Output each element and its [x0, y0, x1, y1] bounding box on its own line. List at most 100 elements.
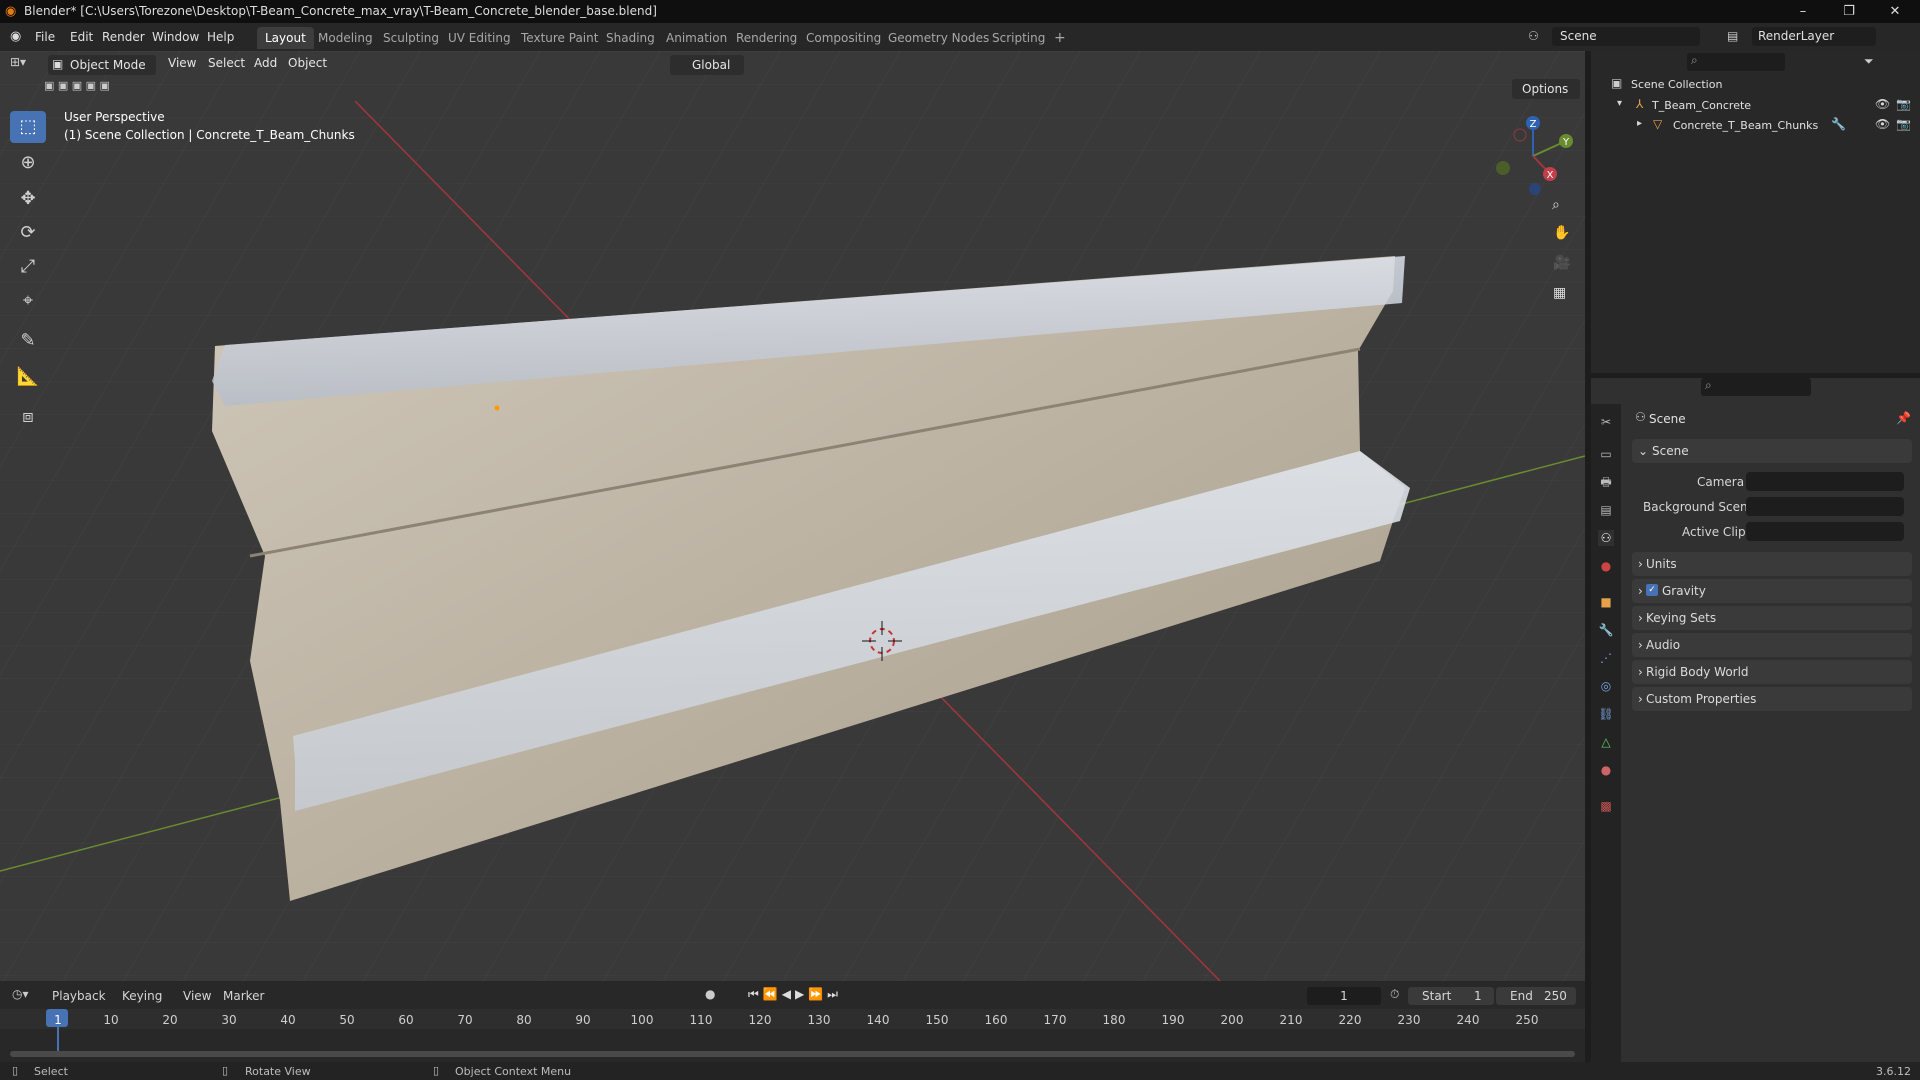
outliner-search[interactable]: ⌕: [1687, 53, 1785, 71]
tab-rendering[interactable]: Rendering: [728, 27, 805, 49]
frame-tick: 170: [1043, 1013, 1067, 1027]
expand-arrow-icon[interactable]: ▾: [1617, 98, 1622, 109]
tab-compositing[interactable]: Compositing: [798, 27, 889, 49]
menu-object[interactable]: Object: [288, 56, 327, 70]
tool-tab-icon[interactable]: ✂: [1598, 414, 1614, 430]
3d-viewport[interactable]: ⊞▾ ▣ Object Mode View Select Add Object …: [0, 51, 1585, 981]
menu-help[interactable]: Help: [207, 28, 234, 46]
frame-tick: 130: [807, 1013, 831, 1027]
physics-tab-icon[interactable]: ◎: [1598, 678, 1614, 694]
menu-playback[interactable]: Playback: [52, 989, 106, 1003]
tab-scripting[interactable]: Scripting: [984, 27, 1053, 49]
minimize-button[interactable]: –: [1780, 0, 1826, 23]
custom-properties-panel[interactable]: › Custom Properties: [1632, 687, 1912, 711]
end-frame-field[interactable]: End 250: [1496, 987, 1576, 1005]
transform-orientation[interactable]: Global: [670, 55, 744, 75]
object-tab-icon[interactable]: ■: [1598, 594, 1614, 610]
current-frame-field[interactable]: 1: [1307, 987, 1381, 1005]
navigation-gizmo[interactable]: Z Y X: [1488, 111, 1578, 201]
menu-timeline-view[interactable]: View: [183, 989, 211, 1003]
editor-type-button[interactable]: ⊞▾: [10, 55, 38, 75]
data-tab-icon[interactable]: △: [1598, 734, 1614, 750]
move-tool[interactable]: ✥: [10, 183, 46, 215]
units-panel-label: Units: [1646, 557, 1677, 571]
menu-marker[interactable]: Marker: [223, 989, 264, 1003]
keying-sets-panel[interactable]: › Keying Sets: [1632, 606, 1912, 630]
menu-view[interactable]: View: [168, 56, 196, 70]
pin-icon[interactable]: 📌: [1896, 411, 1911, 425]
menu-window[interactable]: Window: [152, 28, 199, 46]
audio-panel[interactable]: › Audio: [1632, 633, 1912, 657]
rotate-tool[interactable]: ⟳: [10, 217, 46, 249]
view-layer-tab-icon[interactable]: ▤: [1598, 502, 1614, 518]
units-panel[interactable]: › Units: [1632, 552, 1912, 576]
cursor-tool[interactable]: ⊕: [10, 147, 46, 179]
tab-shading[interactable]: Shading: [598, 27, 663, 49]
camera-view-icon[interactable]: 🎥: [1553, 255, 1570, 271]
timeline-editor-icon[interactable]: ◷▾: [12, 987, 29, 1001]
timeline-scrollbar[interactable]: [10, 1051, 1575, 1057]
options-button[interactable]: Options: [1512, 79, 1580, 99]
tab-geometry-nodes[interactable]: Geometry Nodes: [880, 27, 997, 49]
add-cube-tool[interactable]: ⧈: [10, 401, 46, 433]
perspective-toggle-icon[interactable]: ▦: [1553, 285, 1566, 301]
tab-animation[interactable]: Animation: [658, 27, 735, 49]
tab-layout[interactable]: Layout: [257, 27, 314, 49]
pan-hand-icon[interactable]: ✋: [1553, 225, 1570, 241]
material-tab-icon[interactable]: ●: [1598, 762, 1614, 778]
frame-tick: 60: [398, 1013, 414, 1027]
world-tab-icon[interactable]: ●: [1598, 558, 1614, 574]
modifier-wrench-icon[interactable]: 🔧: [1831, 117, 1846, 131]
output-tab-icon[interactable]: 🖶: [1598, 474, 1614, 490]
add-workspace-button[interactable]: +: [1046, 27, 1074, 49]
mouse-left-icon: ▯: [12, 1064, 19, 1077]
select-box-tool[interactable]: ⬚: [10, 111, 46, 143]
render-tab-icon[interactable]: ▭: [1598, 446, 1614, 462]
stopwatch-icon[interactable]: ⏱: [1390, 987, 1399, 1002]
active-clip-field[interactable]: [1746, 522, 1904, 541]
select-mode-buttons[interactable]: ▣ ▣ ▣ ▣ ▣: [44, 79, 140, 95]
blender-menu-icon[interactable]: ◉: [10, 29, 21, 44]
render-camera-icon[interactable]: 📷: [1896, 117, 1911, 131]
mode-selector[interactable]: ▣ Object Mode: [48, 55, 156, 75]
properties-search[interactable]: ⌕: [1701, 378, 1811, 396]
maximize-button[interactable]: ❐: [1826, 0, 1872, 23]
camera-field[interactable]: [1746, 472, 1904, 491]
visibility-eye-icon[interactable]: 👁: [1875, 117, 1890, 131]
tab-sculpting[interactable]: Sculpting: [375, 27, 447, 49]
scene-tab-icon[interactable]: ⚇: [1598, 530, 1614, 546]
background-scene-field[interactable]: [1746, 497, 1904, 516]
particles-tab-icon[interactable]: ⋰: [1598, 650, 1614, 666]
record-button[interactable]: ●: [705, 987, 715, 1001]
menu-file[interactable]: File: [35, 28, 55, 46]
modifier-tab-icon[interactable]: 🔧: [1598, 622, 1614, 638]
menu-edit[interactable]: Edit: [70, 28, 93, 46]
scene-panel-header[interactable]: ⌄ Scene: [1632, 439, 1912, 463]
gravity-panel[interactable]: › ✓ Gravity: [1632, 579, 1912, 603]
tab-texture-paint[interactable]: Texture Paint: [513, 27, 606, 49]
menu-render[interactable]: Render: [102, 28, 145, 46]
menu-select[interactable]: Select: [208, 56, 245, 70]
texture-tab-icon[interactable]: ▩: [1598, 798, 1614, 814]
close-button[interactable]: ✕: [1872, 0, 1918, 23]
expand-arrow-icon[interactable]: ▸: [1637, 118, 1642, 129]
menu-add[interactable]: Add: [254, 56, 277, 70]
menu-keying[interactable]: Keying: [122, 989, 162, 1003]
outliner-item[interactable]: ▸ ▽ Concrete_T_Beam_Chunks 🔧 👁 📷: [1591, 115, 1920, 135]
annotate-tool[interactable]: ✎: [10, 325, 46, 357]
visibility-eye-icon[interactable]: 👁: [1875, 97, 1890, 111]
filter-icon[interactable]: ⏷: [1864, 54, 1874, 69]
constraints-tab-icon[interactable]: ⛓: [1598, 706, 1614, 722]
start-frame-field[interactable]: Start 1: [1408, 987, 1494, 1005]
scale-tool[interactable]: ⤢: [10, 251, 46, 283]
render-camera-icon[interactable]: 📷: [1896, 97, 1911, 111]
transform-tool[interactable]: ⌖: [10, 285, 46, 317]
rigid-body-world-panel[interactable]: › Rigid Body World: [1632, 660, 1912, 684]
zoom-icon[interactable]: ⌕: [1552, 197, 1560, 213]
measure-tool[interactable]: 📐: [10, 361, 46, 393]
playback-controls[interactable]: ⏮⏪◀▶⏩⏭: [748, 987, 842, 1002]
outliner-item[interactable]: ▾ ⅄ T_Beam_Concrete 👁 📷: [1591, 95, 1920, 115]
tab-modeling[interactable]: Modeling: [310, 27, 381, 49]
gravity-checkbox[interactable]: ✓: [1646, 584, 1658, 596]
tab-uv-editing[interactable]: UV Editing: [440, 27, 519, 49]
